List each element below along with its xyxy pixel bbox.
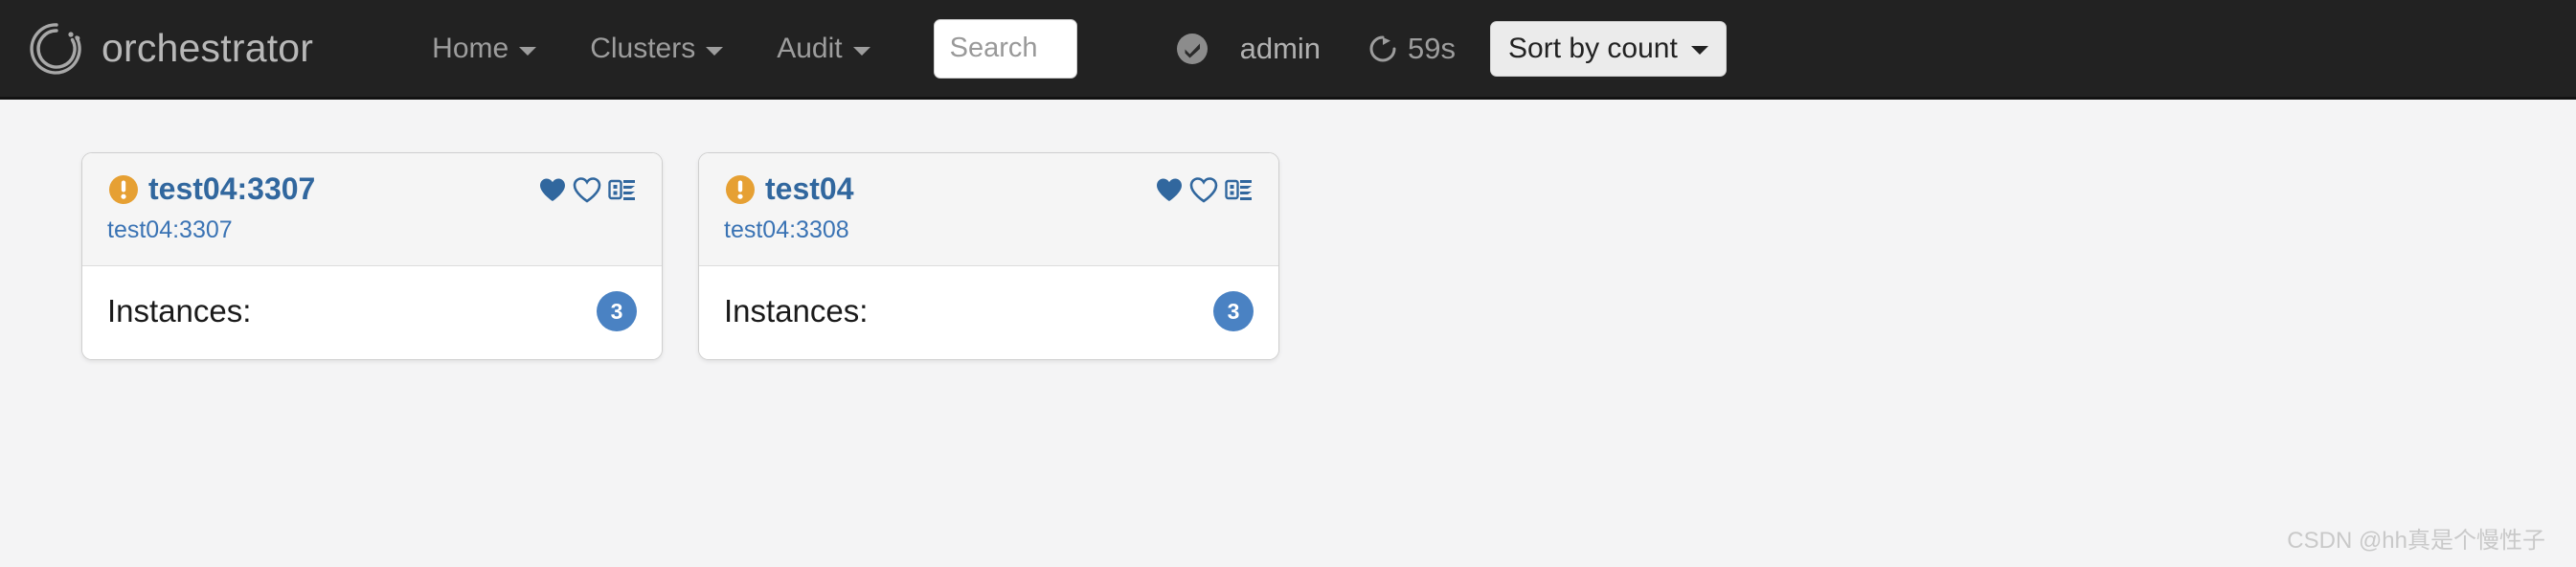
user-label[interactable]: admin	[1240, 32, 1321, 66]
cluster-card[interactable]: test04 test04:3308 Instances: 3	[698, 152, 1279, 360]
nav-item-clusters[interactable]: Clusters	[563, 33, 750, 65]
search-input[interactable]	[933, 18, 1077, 79]
warning-exclamation-icon	[107, 173, 140, 206]
instances-count-badge: 3	[1213, 291, 1254, 331]
cluster-card-header-row: test04	[724, 171, 1254, 207]
check-badge-icon[interactable]	[1173, 30, 1211, 68]
nav-item-label: Home	[432, 32, 509, 64]
server-stack-icon[interactable]	[1223, 174, 1254, 205]
instances-label: Instances:	[724, 293, 869, 329]
brand-link[interactable]: orchestrator	[27, 19, 313, 79]
chevron-down-icon	[852, 47, 870, 56]
cluster-title[interactable]: test04:3307	[148, 171, 315, 207]
cluster-card-actions	[537, 174, 637, 205]
heart-outline-icon[interactable]	[1188, 174, 1219, 205]
orchestrator-ring-logo-icon	[27, 19, 86, 79]
navbar-right-group: admin 59s Sort by count	[1173, 20, 1727, 77]
sort-by-button[interactable]: Sort by count	[1490, 20, 1727, 77]
server-stack-icon[interactable]	[606, 174, 637, 205]
refresh-icon	[1367, 33, 1399, 65]
chevron-down-icon	[706, 47, 724, 56]
refresh-countdown-label: 59s	[1408, 31, 1457, 65]
cluster-card[interactable]: test04:3307 test04:3307 Instances: 3	[81, 152, 663, 360]
cluster-card-actions	[1154, 174, 1254, 205]
cluster-title[interactable]: test04	[765, 171, 854, 207]
cluster-title-group: test04	[724, 171, 854, 207]
cluster-card-header: test04:3307 test04:3307	[82, 153, 662, 266]
cluster-subtitle[interactable]: test04:3307	[107, 216, 637, 244]
instances-label: Instances:	[107, 293, 252, 329]
cluster-card-body: Instances: 3	[82, 266, 662, 359]
cluster-subtitle[interactable]: test04:3308	[724, 216, 1254, 244]
cluster-card-grid: test04:3307 test04:3307 Instances: 3 tes…	[0, 100, 2576, 360]
brand-name: orchestrator	[102, 26, 314, 70]
refresh-timer[interactable]: 59s	[1367, 32, 1456, 66]
cluster-title-group: test04:3307	[107, 171, 315, 207]
watermark: CSDN @hh真是个慢性子	[2287, 528, 2545, 554]
heart-filled-icon[interactable]	[537, 174, 568, 205]
chevron-down-icon	[1690, 46, 1708, 55]
chevron-down-icon	[519, 47, 537, 56]
top-navbar: orchestrator Home Clusters Audit admin	[0, 0, 2576, 100]
sort-by-label: Sort by count	[1508, 32, 1678, 64]
cluster-card-header-row: test04:3307	[107, 171, 637, 207]
nav-item-audit[interactable]: Audit	[750, 33, 896, 65]
nav-item-label: Clusters	[590, 32, 696, 64]
primary-nav: Home Clusters Audit	[405, 33, 896, 65]
instances-count-badge: 3	[597, 291, 637, 331]
cluster-card-body: Instances: 3	[699, 266, 1278, 359]
heart-filled-icon[interactable]	[1154, 174, 1185, 205]
nav-item-home[interactable]: Home	[405, 33, 563, 65]
heart-outline-icon[interactable]	[572, 174, 602, 205]
cluster-card-header: test04 test04:3308	[699, 153, 1278, 266]
nav-item-label: Audit	[777, 32, 843, 64]
warning-exclamation-icon	[724, 173, 757, 206]
